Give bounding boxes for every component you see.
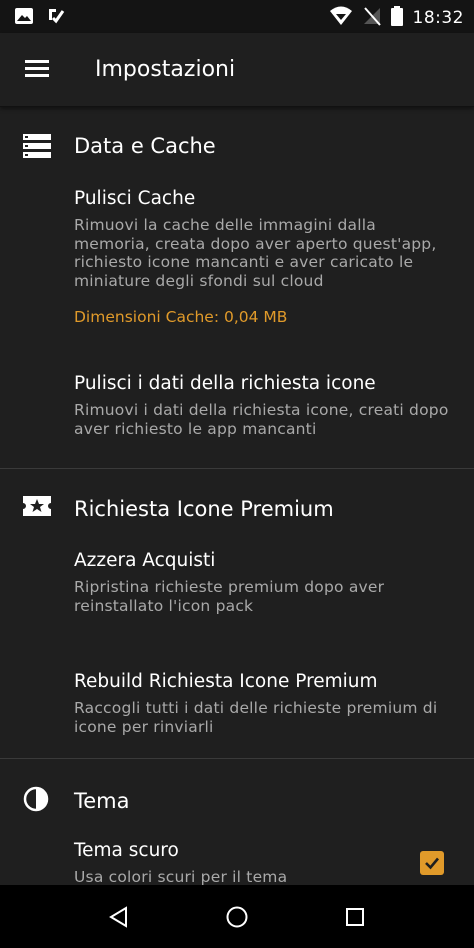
- item-description: Rimuovi i dati della richiesta icone, cr…: [74, 401, 449, 438]
- dark-theme-checkbox[interactable]: [420, 851, 444, 875]
- no-signal-icon: [363, 6, 381, 30]
- section-title: Data e Cache: [74, 134, 216, 158]
- item-title: Pulisci Cache: [74, 188, 196, 209]
- battery-icon: [390, 6, 403, 30]
- item-description: Usa colori scuri per il tema: [74, 868, 288, 885]
- cache-size-label: Dimensioni Cache: 0,04 MB: [74, 308, 288, 326]
- item-title: Azzera Acquisti: [74, 550, 216, 571]
- section-header: Tema: [0, 759, 474, 839]
- navigation-bar: [0, 885, 474, 948]
- clear-request-data-item[interactable]: Pulisci i dati della richiesta icone Rim…: [0, 372, 474, 438]
- dark-theme-item[interactable]: Tema scuro Usa colori scuri per il tema: [0, 839, 474, 885]
- item-description: Rimuovi la cache delle immagini dalla me…: [74, 216, 437, 290]
- item-title: Tema scuro: [74, 840, 179, 861]
- hamburger-menu-icon[interactable]: [18, 53, 58, 87]
- clock: 18:32: [412, 8, 464, 28]
- status-bar: 18:32: [0, 0, 474, 33]
- check-icon: [425, 857, 439, 870]
- storage-icon: [22, 133, 52, 163]
- section-title: Tema: [74, 789, 130, 813]
- image-icon: [14, 6, 34, 30]
- home-icon[interactable]: [224, 904, 250, 930]
- section-header: Data e Cache: [0, 107, 474, 187]
- reset-purchases-item[interactable]: Azzera Acquisti Ripristina richieste pre…: [0, 549, 474, 615]
- settings-list[interactable]: Data e Cache Pulisci Cache Rimuovi la ca…: [0, 107, 474, 885]
- rebuild-premium-request-item[interactable]: Rebuild Richiesta Icone Premium Raccogli…: [0, 670, 474, 736]
- page-title: Impostazioni: [95, 57, 236, 82]
- ticket-star-icon: [22, 493, 52, 523]
- item-description: Ripristina richieste premium dopo aver r…: [74, 578, 385, 615]
- section-header: Richiesta Icone Premium: [0, 469, 474, 549]
- item-description: Raccogli tutti i dati delle richieste pr…: [74, 699, 438, 736]
- app-bar: Impostazioni: [0, 33, 474, 107]
- recents-icon[interactable]: [342, 904, 368, 930]
- section-premium-request: Richiesta Icone Premium Azzera Acquisti …: [0, 469, 474, 736]
- item-title: Pulisci i dati della richiesta icone: [74, 373, 376, 394]
- section-theme: Tema Tema scuro Usa colori scuri per il …: [0, 759, 474, 885]
- item-title: Rebuild Richiesta Icone Premium: [74, 671, 378, 692]
- contrast-drop-icon: [22, 785, 52, 815]
- download-check-icon: [46, 6, 66, 30]
- section-data-cache: Data e Cache Pulisci Cache Rimuovi la ca…: [0, 107, 474, 438]
- section-title: Richiesta Icone Premium: [74, 497, 334, 521]
- clear-cache-item[interactable]: Pulisci Cache Rimuovi la cache delle imm…: [0, 187, 474, 326]
- back-icon[interactable]: [106, 904, 132, 930]
- wifi-icon: [329, 6, 353, 30]
